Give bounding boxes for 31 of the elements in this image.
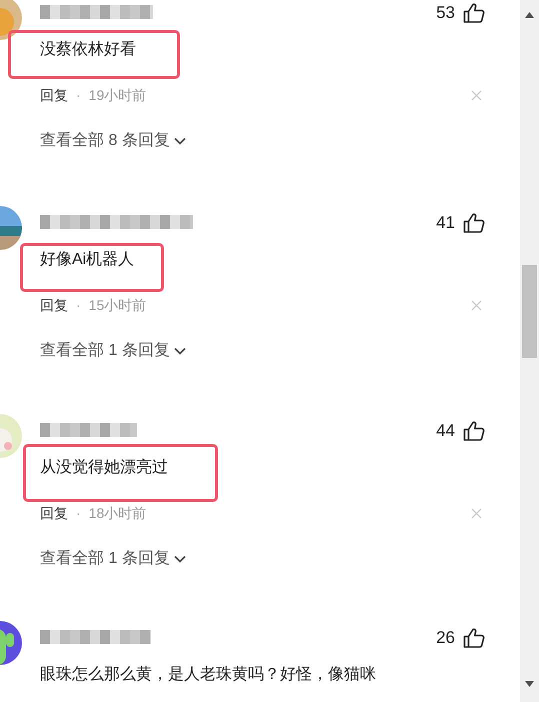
chevron-down-icon [174, 347, 186, 355]
view-replies-link[interactable]: 查看全部 1 条回复 [40, 339, 170, 363]
thumbs-up-icon[interactable] [463, 421, 485, 441]
reply-link[interactable]: 回复 [40, 84, 68, 106]
view-replies-link[interactable]: 查看全部 1 条回复 [40, 547, 170, 571]
reply-link[interactable]: 回复 [40, 294, 68, 316]
comment-text: 没蔡依林好看 [40, 40, 136, 60]
timestamp: 19小时前 [88, 86, 146, 104]
thumbs-up-icon[interactable] [463, 3, 485, 23]
separator: · [76, 504, 81, 522]
chevron-down-icon [174, 137, 186, 145]
comment-text: 好像Ai机器人 [40, 250, 134, 270]
scrollbar[interactable] [520, 0, 539, 702]
comment-text: 从没觉得她漂亮过 [40, 458, 168, 478]
scrollbar-thumb[interactable] [522, 265, 537, 358]
like-count: 26 [436, 627, 455, 650]
scroll-up-icon[interactable] [525, 12, 534, 18]
separator: · [76, 296, 81, 314]
timestamp: 18小时前 [88, 504, 146, 522]
thumbs-up-icon[interactable] [463, 213, 485, 233]
separator: · [76, 86, 81, 104]
like-count: 41 [436, 212, 455, 234]
like-count: 53 [436, 2, 455, 24]
comment-text: 眼珠怎么那么黄，是人老珠黄吗？好怪，像猫咪 [40, 664, 376, 685]
scroll-down-icon[interactable] [525, 681, 534, 687]
view-replies-link[interactable]: 查看全部 8 条回复 [40, 129, 170, 153]
like-count: 44 [436, 420, 455, 442]
chevron-down-icon [174, 555, 186, 563]
thumbs-up-icon[interactable] [463, 628, 485, 648]
timestamp: 15小时前 [88, 296, 146, 314]
reply-link[interactable]: 回复 [40, 502, 68, 524]
